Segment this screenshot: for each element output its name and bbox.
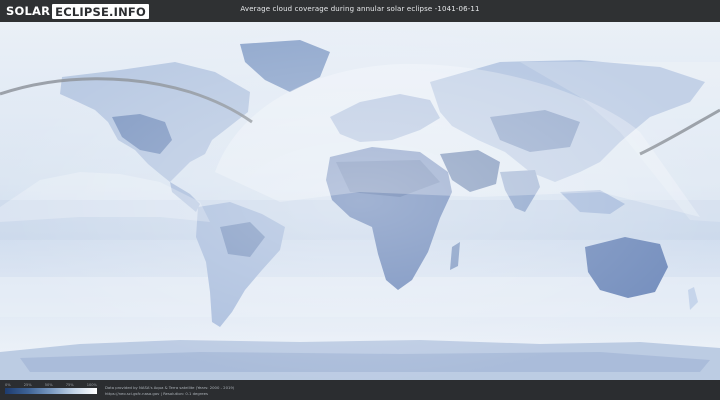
data-credits: Data provided by NASA's Aqua & Terra sat… xyxy=(105,385,234,396)
cloud-coverage-map xyxy=(0,22,720,380)
cloud-coverage-legend-gradient xyxy=(5,388,97,394)
map-svg xyxy=(0,22,720,380)
credits-url-line[interactable]: https://neo.sci.gsfc.nasa.gov | Resoluti… xyxy=(105,391,234,397)
map-haze-overlay xyxy=(0,22,720,380)
header-bar: SOLAR ECLIPSE.INFO Average cloud coverag… xyxy=(0,0,720,22)
credits-source-line: Data provided by NASA's Aqua & Terra sat… xyxy=(105,385,235,390)
page-title: Average cloud coverage during annular so… xyxy=(240,5,480,13)
